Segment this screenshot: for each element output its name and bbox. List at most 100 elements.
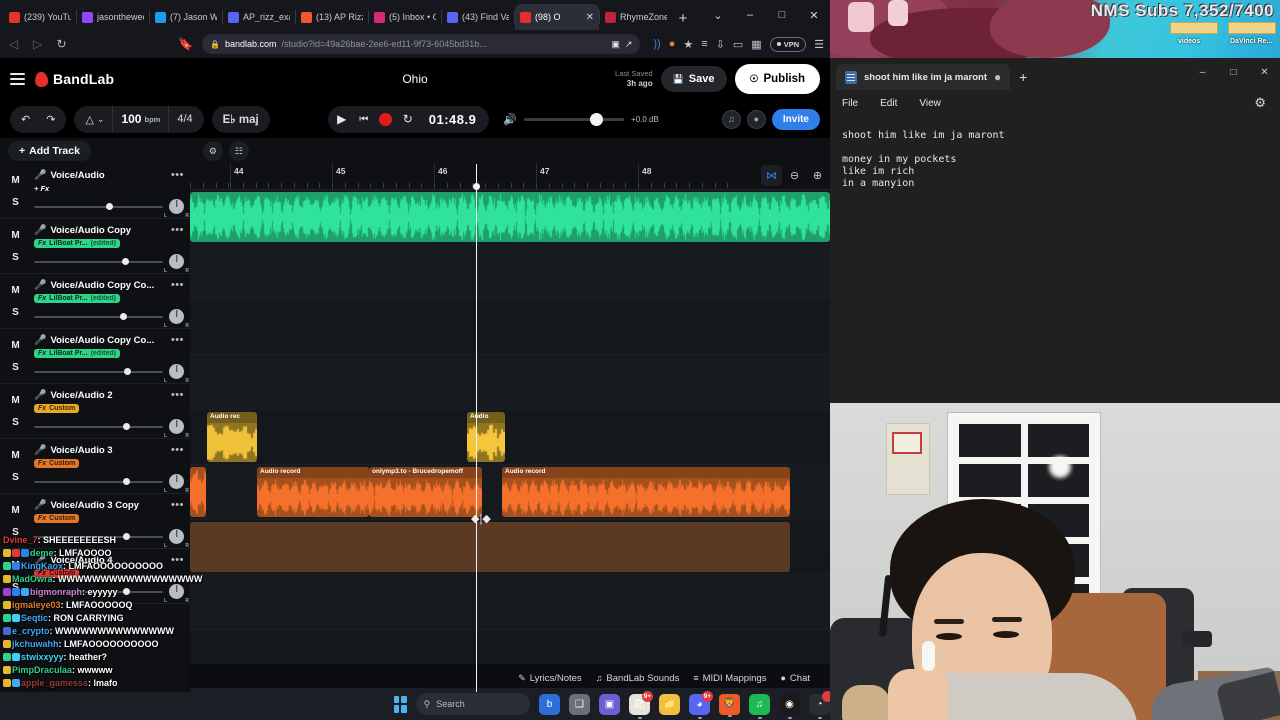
obs-studio-icon[interactable]: ◉ [779,693,800,719]
menu-file[interactable]: File [842,98,858,109]
loop-button[interactable]: ↻ [397,108,419,130]
browser-menu-icon[interactable]: ☰ [814,38,824,51]
volume-knob[interactable] [590,112,604,126]
undo-button[interactable]: ↶ [13,106,38,133]
microsoft-store-icon[interactable]: 🛍 9+ [629,690,653,719]
automation-icon[interactable]: ⚙ [202,141,223,161]
audio-clip[interactable]: onlymp3.to - Brucedropemoff [369,467,482,517]
pan-knob[interactable]: LR [164,474,189,494]
audio-clip[interactable]: Audio record [257,467,369,517]
track-menu-icon[interactable]: ••• [171,389,184,401]
bandlab-logo[interactable]: BandLab [34,70,114,88]
track-lane[interactable] [190,520,830,575]
chat-username[interactable]: igmaleye03 [12,600,61,610]
notepad-tab[interactable]: shoot him like im ja maront ● [836,64,1011,90]
chat-username[interactable]: apple_gamesss [21,678,88,688]
track-lane[interactable]: Audio rec Audio [190,410,830,465]
task-view-icon[interactable]: ❑ [569,693,590,715]
chat-username[interactable]: KingKaox [21,561,63,571]
track-menu-icon[interactable]: ••• [171,224,184,236]
solo-button[interactable]: S [12,252,19,263]
volume-slider[interactable] [34,312,163,320]
mute-button[interactable]: M [11,175,19,186]
pan-knob[interactable]: LR [164,419,189,439]
track-fx-chip[interactable]: Fx LilBoat Pr... (edited) [34,239,120,248]
track-fx-chip[interactable]: Fx Custom [34,404,80,413]
brave-browser-icon[interactable]: 🦁 [719,693,740,717]
sidebar-icon[interactable]: ▭ [733,38,743,51]
footer-lyrics-notes[interactable]: ✎ Lyrics/Notes [518,673,581,684]
pan-knob[interactable]: LR [164,364,189,384]
menu-view[interactable]: View [919,98,941,109]
audio-clip[interactable]: Audio rec [207,412,257,462]
avatar[interactable]: ● [746,109,766,129]
reload-icon[interactable]: ↻ [54,37,69,51]
magnet-icon[interactable]: ⋈ [761,165,782,186]
bing-copilot-icon[interactable]: b [539,693,560,715]
file-explorer-icon[interactable]: 📁 [659,693,680,715]
streamlabs-icon[interactable]: ◔ [809,690,833,719]
publish-button[interactable]: ☉ Publish [734,64,820,94]
browser-tab[interactable]: (5) Inbox • Cl [369,4,441,30]
audio-clip[interactable] [190,467,206,517]
browser-tab[interactable]: AP_rizz_exam [223,4,295,30]
back-icon[interactable]: ◁ [6,37,21,51]
track-row[interactable]: M S 🎤 Voice/Audio ••• + Fx L R [0,164,190,219]
menu-icon[interactable] [10,73,25,85]
track-fx-chip[interactable]: Fx LilBoat Pr... (edited) [34,294,120,303]
play-button[interactable]: ▶ [331,108,353,130]
browser-tab[interactable]: RhymeZone [600,4,672,30]
windows-start-icon[interactable] [394,695,407,713]
track-fx-chip[interactable]: Fx Custom [34,514,80,523]
notepad-new-tab-button[interactable]: + [1010,64,1036,90]
track-fx-chip[interactable]: Fx LilBoat Pr... (edited) [34,349,120,358]
volume-slider[interactable] [524,112,625,126]
volume-slider[interactable] [34,422,163,430]
browser-tab[interactable]: (13) AP Rizz [296,4,368,30]
bpm-field[interactable]: 100 bpm [112,105,168,133]
wallet-icon[interactable]: ▦ [751,38,761,51]
track-menu-icon[interactable]: ••• [171,444,184,456]
metronome-button[interactable]: △ ⌄ [77,106,112,133]
clip-resize-handle[interactable]: ◆|◆ [471,512,491,525]
mute-button[interactable]: M [11,395,19,406]
downloads-icon[interactable]: ⇩ [716,38,725,51]
track-lane[interactable] [190,575,830,630]
timeline[interactable]: ⋈ ⊖ ⊕ 44 45 46 47 48 Audio rec Audio Audio rec… [190,164,830,692]
teams-icon[interactable]: ▣ [599,693,620,715]
extensions-icon[interactable]: ★ [683,38,693,51]
chat-username[interactable]: deme [30,548,54,558]
zoom-out-icon[interactable]: ⊖ [784,165,805,186]
invite-button[interactable]: Invite [771,108,820,130]
record-button[interactable] [375,108,397,130]
redo-button[interactable]: ↷ [38,106,63,133]
menu-edit[interactable]: Edit [880,98,897,109]
mute-button[interactable]: M [11,340,19,351]
track-menu-icon[interactable]: ••• [171,334,184,346]
brave-lion-icon[interactable]: ● [669,38,676,50]
spotify-icon[interactable]: ♫ [749,693,770,719]
new-tab-button[interactable]: + [672,6,694,30]
track-lane[interactable]: Audio record onlymp3.to - Brucedropemoff A… [190,465,830,520]
browser-tab[interactable]: (239) YouTub [4,4,76,30]
track-menu-icon[interactable]: ••• [171,279,184,291]
track-menu-icon[interactable]: ••• [171,169,184,181]
notepad-text-area[interactable]: shoot him like im ja maront money in my … [830,116,1280,190]
vpn-button[interactable]: VPN [769,36,807,52]
track-row[interactable]: M S 🎤 Voice/Audio 2 ••• Fx Custom L R [0,384,190,439]
chat-username[interactable]: e_crypto [12,626,50,636]
track-lane[interactable] [190,355,830,410]
chat-username[interactable]: jkchuwahh [12,639,59,649]
browser-tab[interactable]: (98) O ✕ [515,4,599,30]
track-row[interactable]: M S 🎤 Voice/Audio 3 ••• Fx Custom L R [0,439,190,494]
browser-tab[interactable]: (43) Find Val [442,4,514,30]
discord-icon[interactable]: ◕ 9+ [689,690,713,719]
track-fx-chip[interactable]: Fx Custom [34,459,80,468]
track-lane[interactable] [190,300,830,355]
footer-bandlab-sounds[interactable]: ♫ BandLab Sounds [596,673,680,684]
wifi-cast-icon[interactable]: )) [653,38,660,50]
chat-username[interactable]: PimpDraculaa [12,665,72,675]
chat-username[interactable]: bigmonraph [30,587,82,597]
minimize-button[interactable]: – [734,0,766,30]
track-menu-icon[interactable]: ••• [171,499,184,511]
